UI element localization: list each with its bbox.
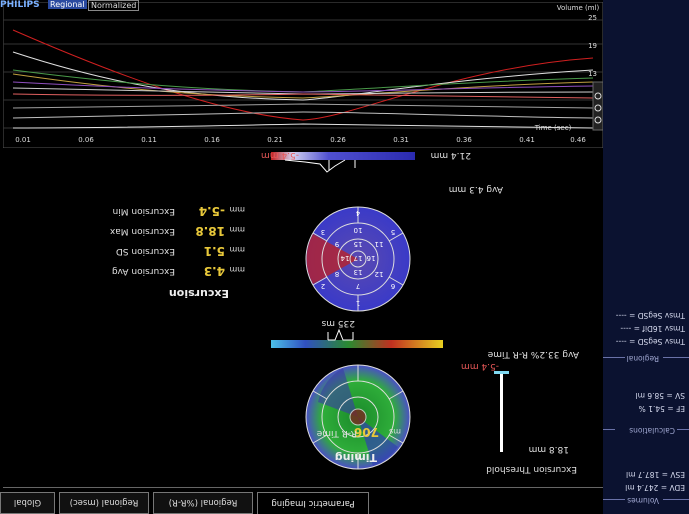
tab-bar: Parametric Imaging Regional (%R-R) Regio… <box>0 488 369 514</box>
volume-tick: 25 <box>588 14 597 22</box>
time-tick: 0.41 <box>519 136 535 144</box>
regional-header[interactable]: Regional <box>603 352 689 364</box>
tmsv-segsd-value: Tmsv SegSD = ---- <box>615 337 685 346</box>
seg-label: 8 <box>335 270 339 278</box>
threshold-slider-handle[interactable] <box>494 371 509 374</box>
time-tick: 0.11 <box>141 136 157 144</box>
calculations-header[interactable]: Calculations <box>603 424 689 436</box>
threshold-slider-track[interactable] <box>500 372 503 452</box>
rr-time-value: 706 <box>353 425 379 439</box>
graph-header: PHILIPS Regional Normalized <box>0 0 159 14</box>
time-tick: 0.06 <box>78 136 94 144</box>
tab-global[interactable]: Global <box>0 492 55 514</box>
volume-curves-graph[interactable]: 0.01 0.06 0.11 0.16 0.21 0.26 0.31 0.36 … <box>3 2 603 148</box>
time-tick: 0.16 <box>204 136 220 144</box>
seg-label: 7 <box>356 282 360 290</box>
excursion-scale-min: -5.4 mm <box>261 150 299 160</box>
tab-regional-msec[interactable]: Regional (msec) <box>59 492 149 514</box>
excursion-sd-unit: mm <box>229 245 245 254</box>
timing-colorbar <box>271 328 443 348</box>
excursion-scale-max: 21.4 mm <box>430 150 471 160</box>
brand-logo: PHILIPS <box>0 0 40 10</box>
zoom-controls[interactable] <box>592 81 603 131</box>
time-axis-label: Time (sec) <box>534 124 572 132</box>
seg-label: 13 <box>354 268 363 276</box>
tab-normalized-graph[interactable]: Normalized <box>88 0 140 11</box>
excursion-avg-label: Excursion Avg <box>111 266 175 276</box>
side-panel: EDV = 247.4 ml ESV = 187.7 ml Volumes Ca… <box>603 0 689 514</box>
time-tick: 0.31 <box>393 136 409 144</box>
excursion-max-unit: mm <box>229 225 245 234</box>
tab-parametric-imaging[interactable]: Parametric Imaging <box>257 492 369 514</box>
seg-label: 10 <box>354 226 363 234</box>
seg-label: 11 <box>375 240 384 248</box>
excursion-title: Excursion <box>168 287 229 300</box>
timing-title: Timing <box>334 451 377 464</box>
seg-label: 15 <box>354 240 363 248</box>
timing-scale-label: 235 ms <box>321 318 356 328</box>
seg-label: 17 <box>354 254 363 262</box>
seg-label: 16 <box>366 254 375 262</box>
excursion-min-label: Excursion Min <box>112 206 175 216</box>
excursion-max-value: 18.8 <box>195 224 225 238</box>
edv-value: EDV = 247.4 ml <box>625 483 685 492</box>
time-tick: 0.21 <box>267 136 283 144</box>
threshold-label: Excursion Threshold <box>486 464 577 474</box>
time-tick: 0.01 <box>15 136 31 144</box>
excursion-avg-value: 4.3 <box>203 264 225 278</box>
excursion-bullseye[interactable]: 1 2 3 4 5 6 7 8 9 10 11 12 13 14 15 16 1… <box>303 204 413 314</box>
excursion-min-value: -5.4 <box>198 204 225 218</box>
tab-regional-rr[interactable]: Regional (%R-R) <box>153 492 253 514</box>
time-tick: 0.26 <box>330 136 346 144</box>
tmsv-16dif-value: Tmsv 16Dif = ---- <box>620 324 685 333</box>
tmsv-segsd-value-2: Tmsv SegSD = ---- <box>615 311 685 320</box>
ef-value: EF = 54.1 % <box>638 404 685 413</box>
esv-value: ESV = 187.7 ml <box>626 470 685 479</box>
excursion-avg-caption: Avg 4.3 mm <box>448 184 503 194</box>
excursion-avg-unit: mm <box>229 265 245 274</box>
volumes-header[interactable]: Volumes <box>603 494 689 506</box>
seg-label: 5 <box>391 228 395 236</box>
timing-avg-label: Avg 33.2% R-R Time <box>487 349 579 359</box>
threshold-top-value: -5.4 mm <box>461 361 499 371</box>
rotated-screen: EDV = 247.4 ml ESV = 187.7 ml Volumes Ca… <box>0 0 689 514</box>
rr-time-unit: ms <box>389 427 401 436</box>
volume-tick: 19 <box>588 42 597 50</box>
excursion-sd-label: Excursion SD <box>115 246 175 256</box>
time-tick: 0.46 <box>570 136 586 144</box>
sv-value: SV = 58.6 ml <box>635 391 685 400</box>
volume-axis-label: Volume (ml) <box>557 4 600 12</box>
seg-label: 4 <box>355 209 360 217</box>
volume-tick: 13 <box>588 70 597 78</box>
threshold-bottom-value: 18.8 mm <box>528 444 569 454</box>
tab-regional-graph[interactable]: Regional <box>48 0 87 9</box>
seg-label: 1 <box>356 299 360 307</box>
time-tick: 0.36 <box>456 136 472 144</box>
seg-label: 6 <box>390 282 395 290</box>
rr-time-label: R-R Time <box>316 428 357 438</box>
seg-label: 2 <box>321 282 325 290</box>
tab-divider <box>3 487 603 488</box>
seg-label: 12 <box>375 270 384 278</box>
seg-label: 14 <box>340 254 349 262</box>
excursion-min-unit: mm <box>229 205 245 214</box>
seg-label: 9 <box>335 240 339 248</box>
seg-label: 3 <box>321 228 325 236</box>
excursion-max-label: Excursion Max <box>109 226 175 236</box>
excursion-sd-value: 5.1 <box>203 244 225 258</box>
